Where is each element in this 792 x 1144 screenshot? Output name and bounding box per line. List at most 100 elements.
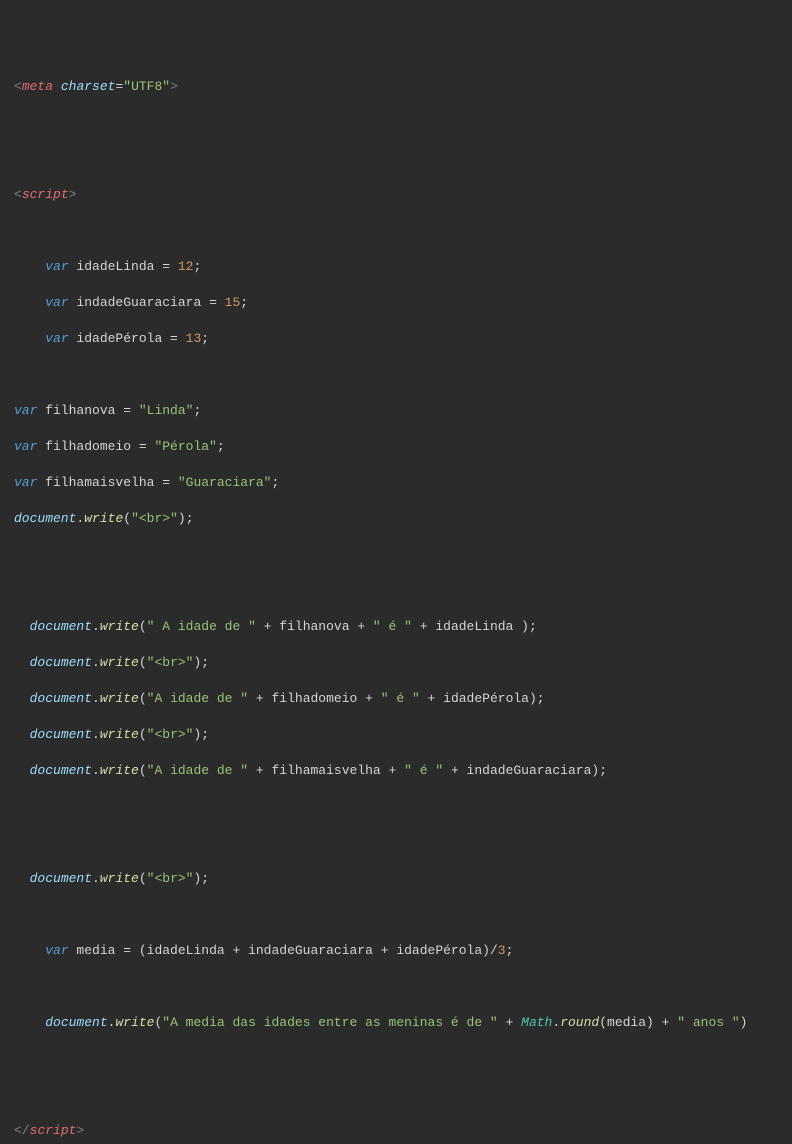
identifier: indadeGuaraciara [69,295,209,310]
write-function: write [100,727,139,742]
string-literal: " é " [381,691,420,706]
paren: ) [482,943,490,958]
plus-op: + [420,691,443,706]
var-keyword: var [14,475,37,490]
var-keyword: var [45,331,68,346]
code-line: document.write("<br>"); [0,726,792,744]
paren: ( [139,763,147,778]
identifier: filhamaisvelha [37,475,162,490]
write-function: write [100,763,139,778]
identifier: filhanova [279,619,349,634]
write-function: write [100,691,139,706]
write-function: write [100,871,139,886]
equals-op: = [162,259,178,274]
code-line: document.write("A idade de " + filhadome… [0,690,792,708]
number-literal: 13 [186,331,202,346]
identifier: media [607,1015,646,1030]
code-line: var filhamaisvelha = "Guaraciara"; [0,474,792,492]
dot: . [92,691,100,706]
identifier: idadeLinda [435,619,521,634]
meta-tag: meta [22,79,53,94]
document-object: document [30,871,92,886]
equals-op: = [209,295,225,310]
angle-bracket: > [170,79,178,94]
string-literal: "Linda" [139,403,194,418]
code-line [0,978,792,996]
string-literal: "<br>" [147,655,194,670]
code-line [0,150,792,168]
angle-bracket: > [76,1123,84,1138]
string-literal: "Guaraciara" [178,475,272,490]
equals-op: = [123,943,139,958]
equals-op: = [162,475,178,490]
var-keyword: var [14,403,37,418]
string-literal: " anos " [677,1015,739,1030]
code-line: var idadeLinda = 12; [0,258,792,276]
plus-op: + [654,1015,677,1030]
code-line [0,366,792,384]
code-line: document.write("<br>"); [0,870,792,888]
dot: . [92,655,100,670]
equals-op: = [139,439,155,454]
code-line [0,1086,792,1104]
code-line: </script> [0,1122,792,1140]
charset-attr: charset [61,79,116,94]
string-literal: "<br>" [131,511,178,526]
semicolon: ; [537,691,545,706]
semicolon: ; [506,943,514,958]
number-literal: 12 [178,259,194,274]
semicolon: ; [599,763,607,778]
identifier: idadePérola [396,943,482,958]
paren: ( [123,511,131,526]
paren: ( [154,1015,162,1030]
identifier: idadeLinda [147,943,225,958]
string-literal: " é " [404,763,443,778]
dot: . [108,1015,116,1030]
document-object: document [30,619,92,634]
code-line: document.write("A media das idades entre… [0,1014,792,1032]
semicolon: ; [271,475,279,490]
code-line [0,1050,792,1068]
code-line: document.write("<br>"); [0,510,792,528]
identifier: indadeGuaraciara [467,763,592,778]
dot: . [552,1015,560,1030]
semicolon: ; [186,511,194,526]
string-value: "UTF8" [123,79,170,94]
paren: ) [178,511,186,526]
dot: . [92,619,100,634]
plus-op: + [357,691,380,706]
identifier: idadePérola [69,331,170,346]
plus-op: + [373,943,396,958]
code-line: document.write(" A idade de " + filhanov… [0,618,792,636]
identifier: filhadomeio [37,439,138,454]
identifier: idadePérola [443,691,529,706]
dot: . [92,763,100,778]
code-line: var filhanova = "Linda"; [0,402,792,420]
paren: ) [193,655,201,670]
paren: ( [139,943,147,958]
code-line [0,906,792,924]
document-object: document [30,655,92,670]
semicolon: ; [201,871,209,886]
identifier: filhamaisvelha [272,763,381,778]
code-line [0,546,792,564]
equals-op: = [123,403,139,418]
code-line: var idadePérola = 13; [0,330,792,348]
number-literal: 15 [225,295,241,310]
identifier: idadeLinda [69,259,163,274]
paren: ( [139,655,147,670]
var-keyword: var [45,943,68,958]
dot: . [92,871,100,886]
divide-op: / [490,943,498,958]
angle-bracket: > [69,187,77,202]
plus-op: + [248,763,271,778]
dot: . [92,727,100,742]
string-literal: "A media das idades entre as meninas é d… [162,1015,497,1030]
code-line [0,222,792,240]
code-editor[interactable]: <meta charset="UTF8"> <script> var idade… [0,78,792,1140]
paren: ( [139,691,147,706]
paren: ) [193,727,201,742]
code-line: <script> [0,186,792,204]
paren: ) [591,763,599,778]
document-object: document [30,691,92,706]
